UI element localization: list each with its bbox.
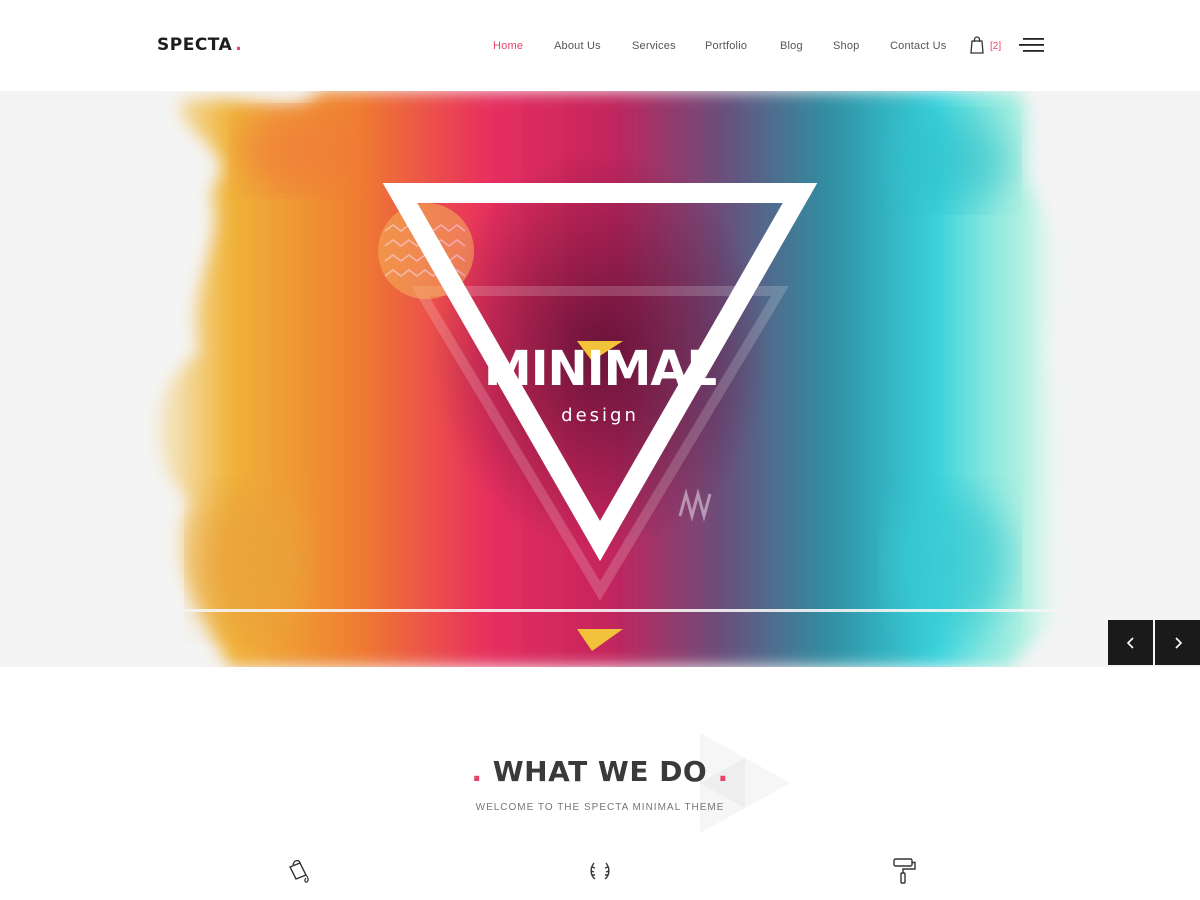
chevron-right-icon — [1174, 636, 1182, 649]
hero-slider: MINIMAL design — [0, 91, 1200, 667]
title-dot-left: . — [471, 755, 483, 788]
shopping-bag-icon — [970, 36, 984, 54]
hamburger-menu-icon — [1019, 38, 1044, 52]
nav-item-portfolio[interactable]: Portfolio — [705, 40, 747, 52]
slider-next-button[interactable] — [1155, 620, 1200, 665]
section-title: . WHAT WE DO . — [0, 755, 1200, 788]
what-we-do-section: . WHAT WE DO . WELCOME TO THE SPECTA MIN… — [0, 667, 1200, 900]
nav-item-contact-us[interactable]: Contact Us — [890, 40, 946, 52]
slider-prev-button[interactable] — [1108, 620, 1153, 665]
nav-item-home[interactable]: Home — [493, 40, 523, 52]
site-logo[interactable]: SPECTA. — [157, 35, 242, 55]
laurel-wreath-icon — [590, 862, 610, 880]
nav-item-about-us[interactable]: About Us — [554, 40, 601, 52]
logo-text: SPECTA — [157, 35, 233, 55]
cart-count: [2] — [990, 41, 1002, 52]
nav-item-shop[interactable]: Shop — [833, 40, 860, 52]
logo-dot: . — [235, 35, 243, 55]
menu-button[interactable] — [1019, 38, 1044, 52]
nav-item-services[interactable]: Services — [632, 40, 676, 52]
paint-roller-icon — [893, 858, 916, 884]
section-title-text: WHAT WE DO — [492, 755, 708, 788]
cart-button[interactable]: [2] — [969, 36, 1005, 56]
hero-subtitle: design — [561, 405, 639, 426]
title-dot-right: . — [717, 755, 729, 788]
hero-title: MINIMAL — [483, 341, 717, 397]
nav-item-blog[interactable]: Blog — [780, 40, 803, 52]
paint-bucket-icon — [289, 859, 309, 883]
site-header: SPECTA. Home About Us Services Portfolio… — [0, 0, 1200, 91]
section-subtitle: WELCOME TO THE SPECTA MINIMAL THEME — [475, 802, 725, 813]
chevron-left-icon — [1126, 636, 1134, 649]
